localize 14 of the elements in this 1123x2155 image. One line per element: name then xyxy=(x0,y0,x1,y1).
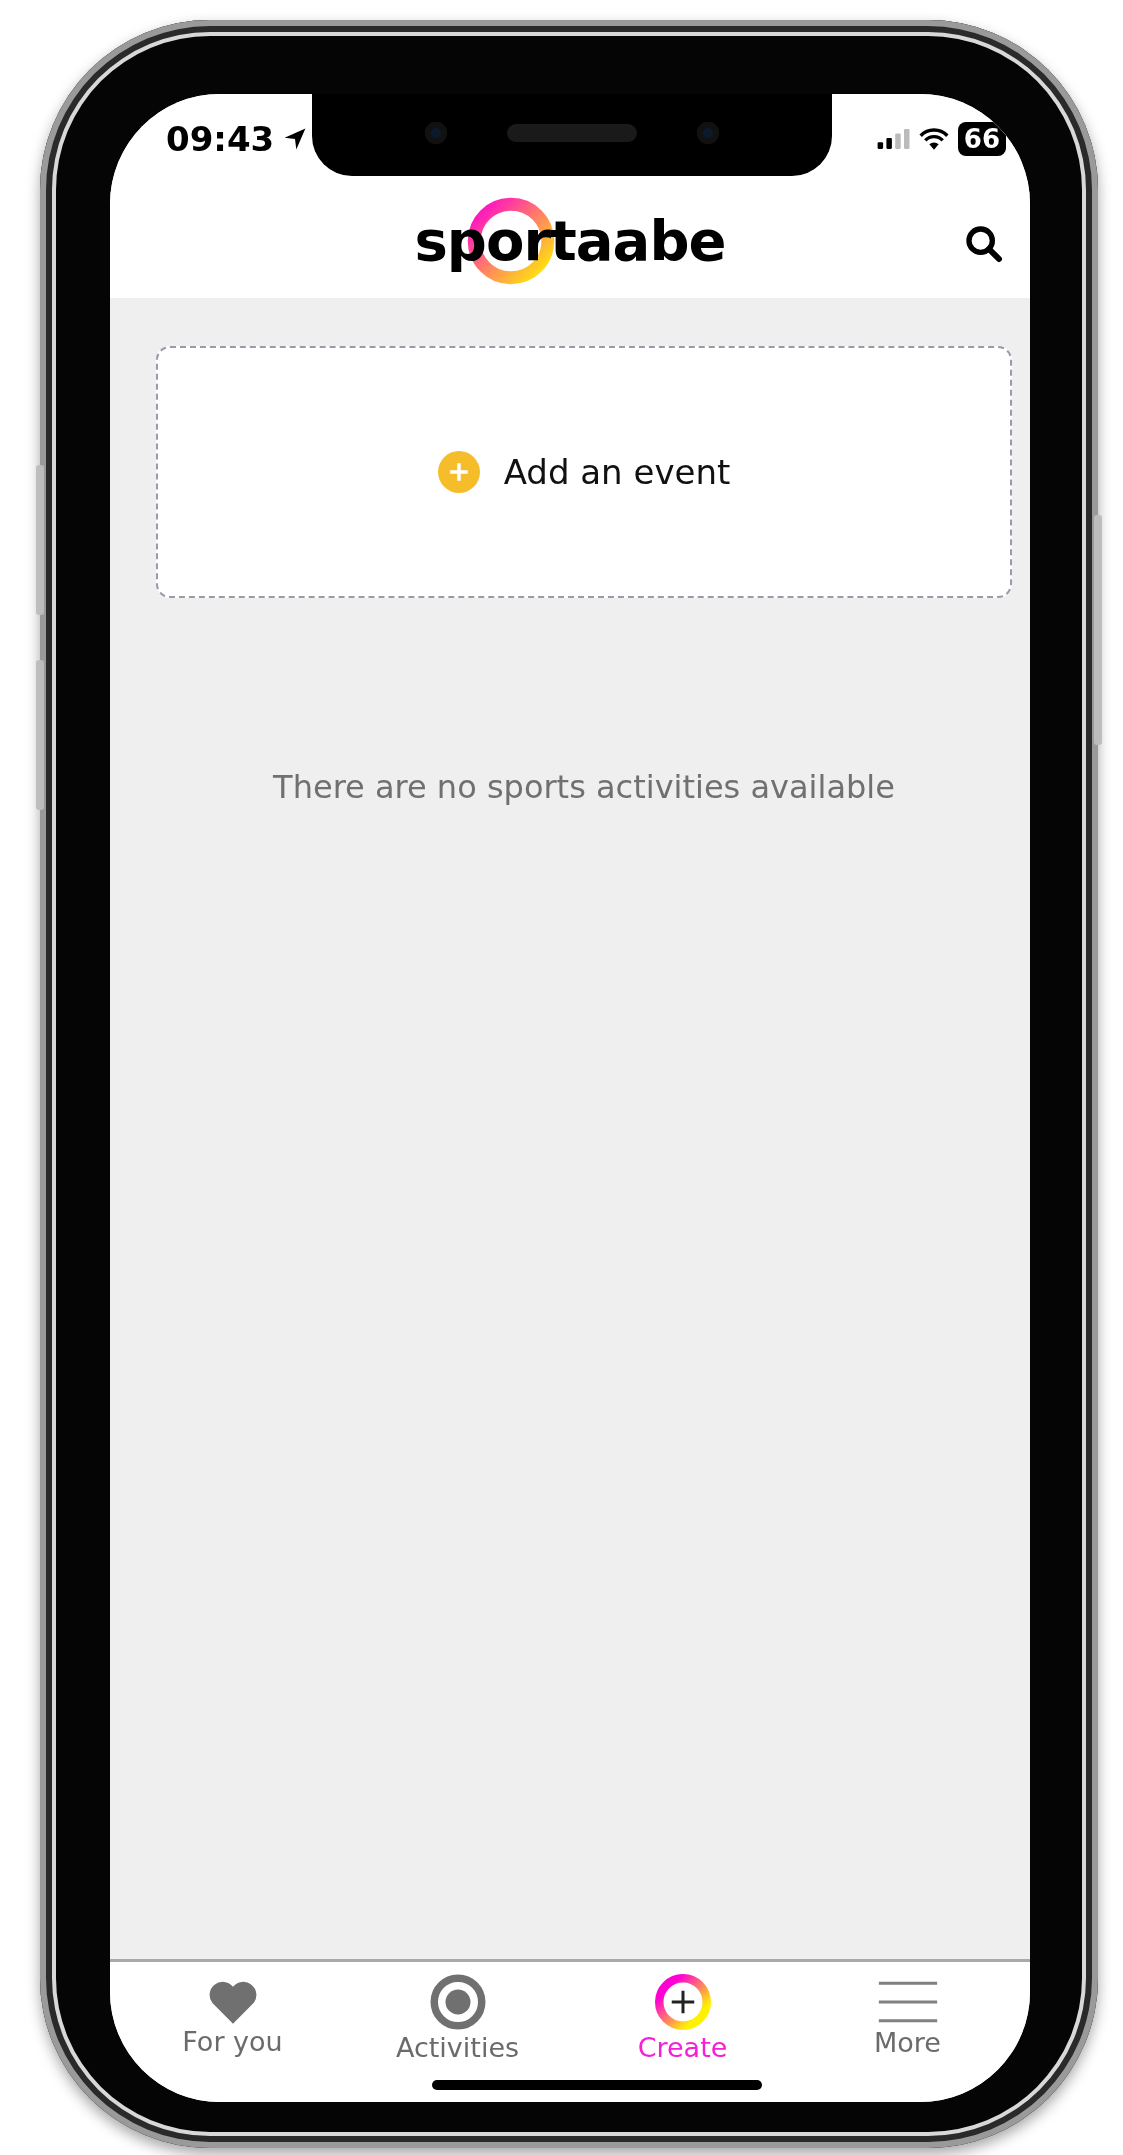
tab-item[interactable]: For you xyxy=(132,1966,333,2070)
status-time: 09:43 xyxy=(166,119,275,159)
add-event-card[interactable]: Add an event xyxy=(156,346,1012,598)
battery-level: 66 xyxy=(957,122,1006,156)
tab-item[interactable]: Create xyxy=(582,1966,783,2070)
tab-item[interactable]: Activities xyxy=(357,1966,558,2070)
plus-circle-icon xyxy=(437,451,480,493)
wifi-icon xyxy=(917,127,950,151)
empty-message: There are no sports activities available xyxy=(273,768,895,806)
plus-ring-icon xyxy=(652,1971,713,2032)
signal-icon xyxy=(875,128,910,150)
tab-item[interactable]: More xyxy=(807,1966,1008,2070)
search-icon[interactable] xyxy=(964,224,1004,264)
add-event-label: Add an event xyxy=(503,452,731,492)
